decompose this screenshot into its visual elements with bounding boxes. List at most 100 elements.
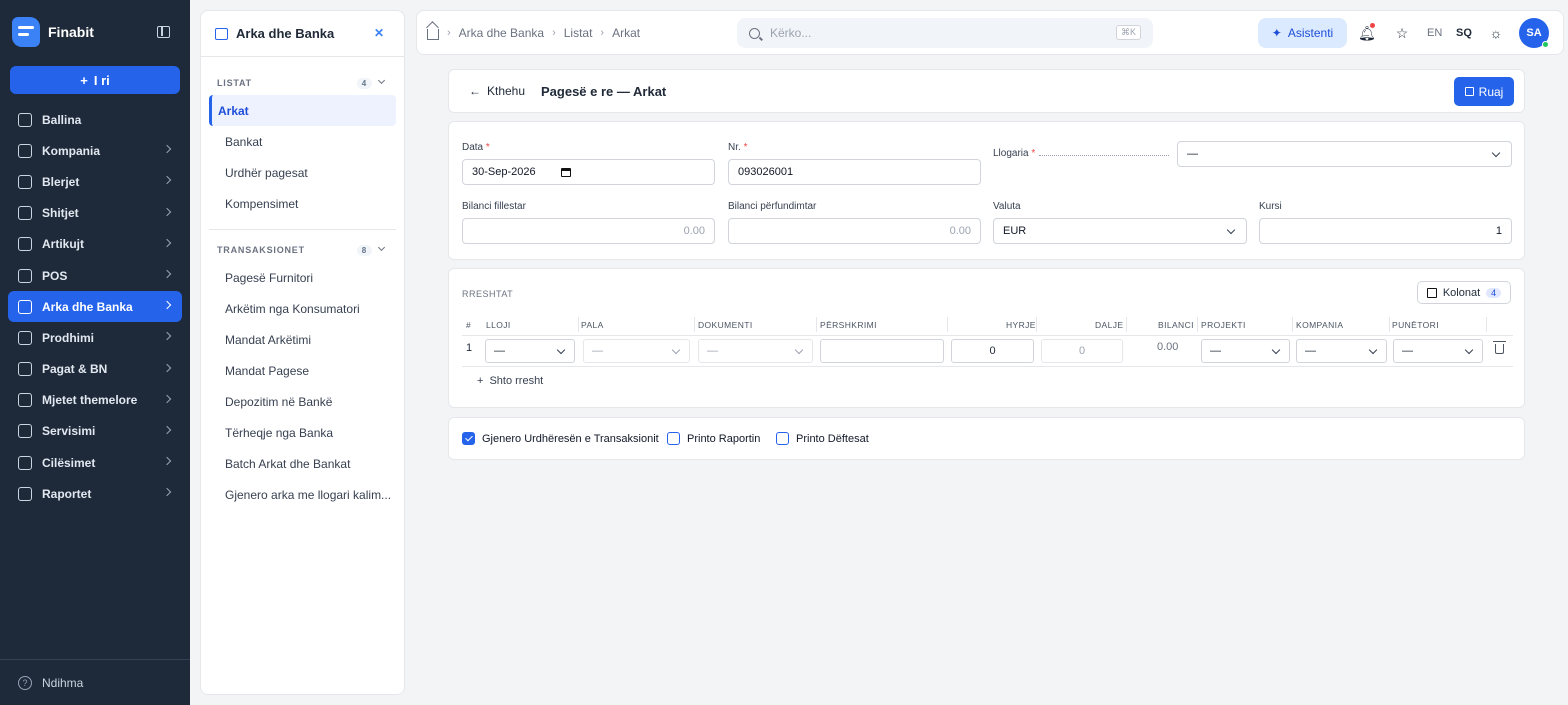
plus-icon: +: [477, 375, 484, 387]
nav-item-8[interactable]: Pagat & BN: [8, 354, 182, 385]
sub-panel-item[interactable]: Batch Arkat dhe Bankat: [209, 448, 396, 479]
finabit-logo-icon: [12, 17, 40, 47]
chevron-right-icon: [162, 332, 172, 341]
nav-item-1[interactable]: Kompania: [8, 135, 182, 166]
sub-panel-item[interactable]: Kompensimet: [209, 188, 396, 219]
rate-label: Kursi: [1259, 201, 1282, 212]
nav-item-9[interactable]: Mjetet themelore: [8, 385, 182, 416]
chevron-right-icon: [162, 176, 172, 185]
row-project-select[interactable]: —: [1201, 339, 1290, 363]
lang-sq-button[interactable]: SQ: [1456, 27, 1472, 39]
currency-select[interactable]: EUR: [993, 218, 1247, 244]
col-header-employee[interactable]: PUNËTORI: [1392, 320, 1439, 330]
closing-balance-field[interactable]: 0.00: [728, 218, 981, 244]
rate-field[interactable]: 1: [1259, 218, 1512, 244]
col-header-type[interactable]: LLOJI: [486, 320, 511, 330]
sub-panel-item[interactable]: Mandat Arkëtimi: [209, 324, 396, 355]
home-icon[interactable]: [427, 29, 439, 40]
col-header-company[interactable]: KOMPANIA: [1296, 320, 1343, 330]
nav-item-6[interactable]: Arka dhe Banka: [8, 291, 182, 323]
nr-field[interactable]: 093026001: [728, 159, 981, 185]
row-document-select[interactable]: —: [698, 339, 813, 363]
sub-panel-item[interactable]: Pagesë Furnitori: [209, 262, 396, 293]
assistant-button[interactable]: ✦ Asistenti: [1258, 18, 1347, 48]
plus-icon: +: [80, 72, 88, 88]
row-index: 1: [466, 342, 473, 354]
col-header-party[interactable]: PALA: [581, 320, 604, 330]
nav-item-12[interactable]: Raportet: [8, 478, 182, 509]
nav-item-label: Ballina: [42, 112, 82, 127]
calendar-icon[interactable]: [561, 168, 571, 177]
account-select[interactable]: —: [1177, 141, 1512, 167]
row-employee-select[interactable]: —: [1393, 339, 1483, 363]
trash-icon[interactable]: [1493, 341, 1506, 354]
opening-balance-field[interactable]: 0.00: [462, 218, 715, 244]
transactions-section-header[interactable]: TRANSAKSIONET 8: [201, 240, 404, 260]
sub-panel-item[interactable]: Urdhër pagesat: [209, 157, 396, 188]
print-receipts-checkbox[interactable]: Printo Dëftesat: [776, 432, 869, 445]
row-description-input[interactable]: [820, 339, 944, 363]
nav-item-2[interactable]: Blerjet: [8, 166, 182, 197]
help-icon: ?: [18, 675, 32, 690]
add-row-button[interactable]: + Shto rresht: [477, 375, 543, 387]
star-icon[interactable]: ☆: [1394, 25, 1410, 41]
checkbox-icon[interactable]: [667, 432, 680, 445]
logo[interactable]: Finabit: [12, 17, 94, 47]
col-header-description[interactable]: PËRSHKRIMI: [820, 320, 877, 330]
online-status-dot: [1542, 41, 1549, 48]
row-in-input[interactable]: 0: [951, 339, 1034, 363]
nav-item-4[interactable]: Artikujt: [8, 229, 182, 260]
row-out-input[interactable]: 0: [1041, 339, 1123, 363]
rate-value: 1: [1495, 225, 1502, 237]
sidebar-collapse-icon[interactable]: [157, 26, 170, 38]
sub-panel-item[interactable]: Depozitim në Bankë: [209, 386, 396, 417]
sub-panel-item[interactable]: Bankat: [209, 126, 396, 157]
chevron-right-icon: [162, 300, 172, 310]
back-button[interactable]: ← Kthehu: [469, 84, 525, 98]
lists-section-header[interactable]: LISTAT 4: [201, 73, 404, 93]
nav-item-7[interactable]: Prodhimi: [8, 322, 182, 353]
columns-button[interactable]: Kolonat 4: [1417, 281, 1511, 304]
unpin-icon[interactable]: ✕: [374, 27, 386, 39]
sub-panel-item[interactable]: Arkat: [209, 95, 396, 126]
breadcrumb-item[interactable]: Arka dhe Banka: [459, 26, 544, 40]
account-value: —: [1187, 148, 1198, 160]
nav-item-0[interactable]: Ballina: [8, 104, 182, 135]
col-header-project[interactable]: PROJEKTI: [1201, 320, 1246, 330]
nr-label: Nr. *: [728, 142, 748, 153]
currency-label: Valuta: [993, 201, 1021, 212]
nav-item-5[interactable]: POS: [8, 260, 182, 291]
col-header-document[interactable]: DOKUMENTI: [698, 320, 753, 330]
print-report-checkbox[interactable]: Printo Raportin: [667, 432, 760, 445]
lang-en-button[interactable]: EN: [1427, 27, 1442, 39]
gear-icon: [18, 455, 32, 470]
nav-item-11[interactable]: Cilësimet: [8, 447, 182, 478]
new-button[interactable]: + I ri: [10, 66, 180, 94]
sub-panel-item[interactable]: Arkëtim nga Konsumatori: [209, 293, 396, 324]
col-header-out[interactable]: DALJE: [1095, 320, 1123, 330]
col-header-balance[interactable]: BILANCI: [1158, 320, 1194, 330]
breadcrumb-item[interactable]: Listat: [564, 26, 593, 40]
row-party-select[interactable]: —: [583, 339, 690, 363]
sun-icon[interactable]: ☼: [1488, 25, 1504, 41]
chevron-right-icon: [162, 488, 172, 497]
nav-item-label: Prodhimi: [42, 330, 95, 345]
search-input[interactable]: Kërko... ⌘K: [737, 18, 1153, 48]
sub-panel-item[interactable]: Gjenero arka me llogari kalim...: [209, 479, 396, 510]
nav-item-label: Servisimi: [42, 424, 96, 439]
row-type-select[interactable]: —: [485, 339, 575, 363]
row-company-select[interactable]: —: [1296, 339, 1387, 363]
header-divider: [462, 335, 1513, 336]
checkbox-icon[interactable]: [776, 432, 789, 445]
sub-panel-item[interactable]: Tërheqje nga Banka: [209, 417, 396, 448]
generate-order-checkbox[interactable]: Gjenero Urdhëresën e Transaksionit: [462, 432, 659, 445]
save-button[interactable]: Ruaj: [1454, 77, 1514, 106]
nav-item-3[interactable]: Shitjet: [8, 198, 182, 229]
nav-item-10[interactable]: Servisimi: [8, 416, 182, 447]
help-link[interactable]: ? Ndihma: [0, 659, 190, 705]
options-bar: Gjenero Urdhëresën e Transaksionit Print…: [448, 417, 1525, 460]
checkbox-icon[interactable]: [462, 432, 475, 445]
sub-panel-item[interactable]: Mandat Pagese: [209, 355, 396, 386]
col-header-in[interactable]: HYRJE: [1006, 320, 1036, 330]
date-field[interactable]: 30-Sep-2026: [462, 159, 715, 185]
